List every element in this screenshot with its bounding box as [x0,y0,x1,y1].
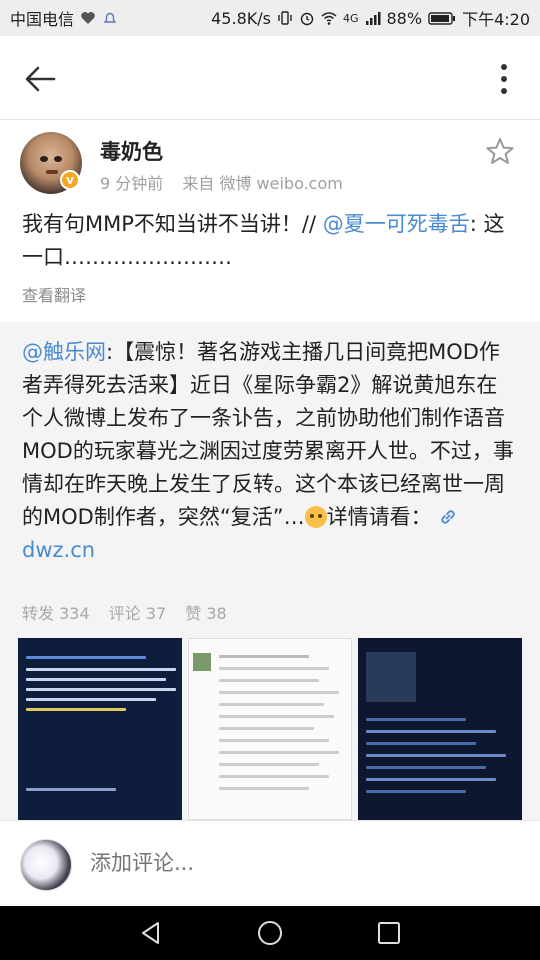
comment-count[interactable]: 评论 37 [109,604,166,623]
retweet-stats: 转发 334 评论 37 赞 38 [22,600,227,624]
nav-back-icon[interactable] [136,918,166,948]
vibrate-icon [278,11,292,25]
verified-badge-icon: v [60,170,80,190]
post-text: 我有句MMP不知当讲不当讲！// @夏一可死毒舌: 这一口…………………… [22,208,518,274]
post-source: 来自 微博 weibo.com [182,174,343,193]
network-speed: 45.8K/s [211,8,271,28]
retweet-text: @触乐网:【震惊！著名游戏主播几日间竟把MOD作者弄得死去活来】近日《星际争霸2… [22,336,518,567]
post-time: 9 分钟前 [100,174,164,193]
translate-link[interactable]: 查看翻译 [22,282,86,306]
image-thumbnails [18,638,522,820]
status-bar: 中国电信 45.8K/s 4G 88% 下午4:20 [0,0,540,36]
retweet-author-link[interactable]: @触乐网 [22,340,106,364]
post-text-prefix: 我有句MMP不知当讲不当讲！// [22,212,323,236]
username[interactable]: 毒奶色 [100,136,163,166]
nav-recents-icon[interactable] [374,918,404,948]
retweeted-post[interactable]: @触乐网:【震惊！著名游戏主播几日间竟把MOD作者弄得死去活来】近日《星际争霸2… [0,322,540,820]
retweet-body: :【震惊！著名游戏主播几日间竟把MOD作者弄得死去活来】近日《星际争霸2》解说黄… [22,340,514,529]
carrier-label: 中国电信 [10,10,75,29]
link-icon [441,510,455,524]
alarm-icon [300,12,314,26]
image-thumbnail[interactable] [18,638,182,820]
mention-link[interactable]: @夏一可死毒舌 [323,212,470,236]
top-app-bar [0,36,540,120]
like-count[interactable]: 赞 38 [185,604,226,623]
notification-icon [103,12,117,23]
doge-emoji-icon [304,506,327,528]
comment-input[interactable] [90,851,510,875]
repost-count[interactable]: 转发 334 [22,604,90,623]
star-icon[interactable] [484,136,516,168]
more-vert-icon[interactable] [484,56,524,102]
signal-icon [365,12,380,25]
post-meta: 9 分钟前 来自 微博 weibo.com [100,170,343,194]
battery-icon [428,12,456,25]
nav-home-icon[interactable] [255,918,285,948]
battery-percent: 88% [386,8,423,28]
retweet-body-tail: 详情请看： [326,505,432,529]
network-type: 4G [342,11,359,25]
heart-icon [81,12,95,24]
comment-bar [0,820,540,906]
image-thumbnail[interactable] [188,638,352,820]
wifi-icon [321,12,337,25]
back-arrow-icon[interactable] [18,56,64,102]
my-avatar [20,839,72,891]
clock: 下午4:20 [462,10,530,29]
image-thumbnail[interactable] [358,638,522,820]
short-link[interactable]: dwz.cn [22,538,95,562]
system-nav-bar [0,906,540,960]
